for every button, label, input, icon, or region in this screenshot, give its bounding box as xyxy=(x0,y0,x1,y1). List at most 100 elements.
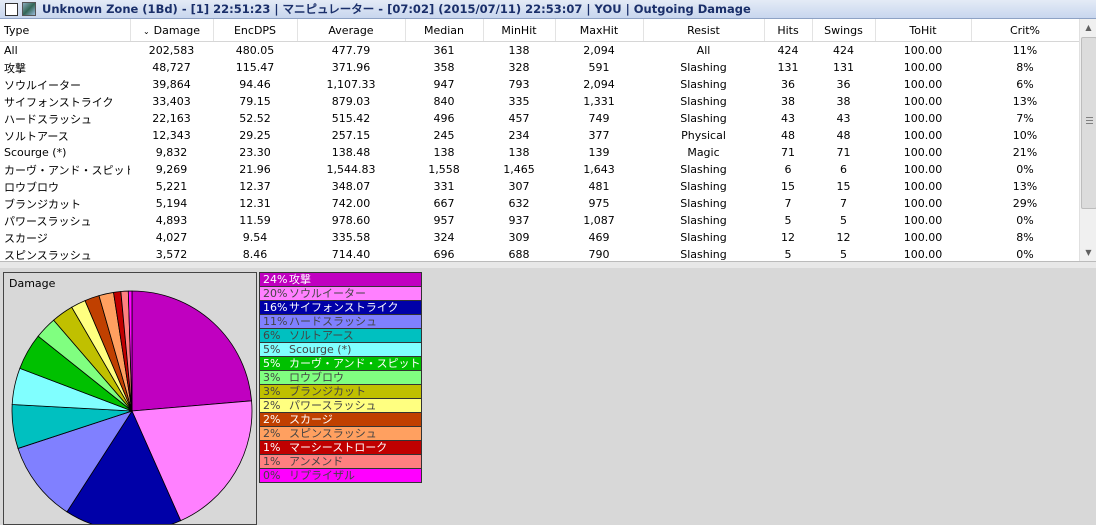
table-row[interactable]: ブランジカット 5,194 12.31 742.00 667 632 975 Slashing… xyxy=(0,195,1079,212)
scroll-down-icon[interactable]: ▼ xyxy=(1080,244,1096,261)
legend-item: 2% スピンスラッシュ xyxy=(260,427,421,441)
cell-swings: 5 xyxy=(840,248,847,261)
pie-slice xyxy=(131,290,252,412)
col-header-resist[interactable]: Resist xyxy=(643,19,765,42)
cell-crit: 11% xyxy=(1012,44,1038,57)
legend-item: 1% アンメンド xyxy=(260,455,421,469)
legend-item: 20% ソウルイーター xyxy=(260,287,421,301)
table-row[interactable]: ソウルイーター 39,864 94.46 1,107.33 947 793 2,094 Sla… xyxy=(0,76,1079,93)
cell-minhit: 632 xyxy=(508,197,530,210)
table-row[interactable]: ハードスラッシュ 22,163 52.52 515.42 496 457 749 Slashi… xyxy=(0,110,1079,127)
col-header-type[interactable]: Type xyxy=(0,19,131,42)
legend-item: 0% リプライザル xyxy=(260,469,421,482)
col-header-maxhit[interactable]: MaxHit xyxy=(555,19,644,42)
cell-minhit: 457 xyxy=(508,112,530,125)
table-row[interactable]: スカージ 4,027 9.54 335.58 324 309 469 Slashing 12 12… xyxy=(0,229,1079,246)
table-row[interactable]: Scourge (*) 9,832 23.30 138.48 138 138 139 Magi… xyxy=(0,144,1079,161)
cell-damage: 12,343 xyxy=(152,129,191,142)
cell-average: 978.60 xyxy=(331,214,371,227)
table-row[interactable]: ソルトアース 12,343 29.25 257.15 245 234 377 Physical… xyxy=(0,127,1079,144)
col-header-median[interactable]: Median xyxy=(405,19,484,42)
cell-median: 696 xyxy=(433,248,455,261)
legend-pct: 5% xyxy=(263,343,281,356)
col-header-hits[interactable]: Hits xyxy=(764,19,813,42)
cell-swings: 48 xyxy=(836,129,851,142)
cell-encdps: 480.05 xyxy=(235,44,275,57)
cell-average: 1,107.33 xyxy=(326,78,376,91)
cell-average: 335.58 xyxy=(331,231,371,244)
table-row[interactable]: カーヴ・アンド・スピット 9,269 21.96 1,544.83 1,558 1,465… xyxy=(0,161,1079,178)
legend-item: 3% ブランジカット xyxy=(260,385,421,399)
legend-pct: 5% xyxy=(263,357,281,370)
col-header-minhit[interactable]: MinHit xyxy=(483,19,556,42)
col-header-tohit[interactable]: ToHit xyxy=(875,19,972,42)
cell-type: ハードスラッシュ xyxy=(4,112,92,126)
cell-encdps: 115.47 xyxy=(235,61,275,74)
table-vertical-scrollbar[interactable]: ▲ ▼ xyxy=(1079,19,1096,261)
scroll-up-icon[interactable]: ▲ xyxy=(1080,19,1096,36)
cell-maxhit: 2,094 xyxy=(583,44,615,57)
cell-encdps: 11.59 xyxy=(239,214,271,227)
col-header-damage[interactable]: ⌄ Damage xyxy=(130,19,214,42)
table-row[interactable]: 攻撃 48,727 115.47 371.96 358 328 591 Slashing 131… xyxy=(0,59,1079,76)
cell-hits: 12 xyxy=(781,231,795,244)
cell-maxhit: 975 xyxy=(588,197,610,210)
cell-resist: All xyxy=(696,44,711,57)
cell-median: 361 xyxy=(433,44,455,57)
cell-tohit: 100.00 xyxy=(903,180,943,193)
cell-swings: 5 xyxy=(840,214,847,227)
app-icon xyxy=(22,2,36,16)
cell-hits: 5 xyxy=(784,248,792,261)
cell-average: 348.07 xyxy=(331,180,371,193)
cell-resist: Magic xyxy=(687,146,720,159)
cell-type: ブランジカット xyxy=(4,197,81,211)
table-row[interactable]: ロウブロウ 5,221 12.37 348.07 331 307 481 Slashing 15… xyxy=(0,178,1079,195)
legend-item: 11% ハードスラッシュ xyxy=(260,315,421,329)
cell-encdps: 8.46 xyxy=(242,248,268,261)
cell-hits: 43 xyxy=(781,112,795,125)
legend-pct: 1% xyxy=(263,455,281,468)
cell-hits: 7 xyxy=(784,197,792,210)
cell-maxhit: 377 xyxy=(588,129,610,142)
cell-minhit: 328 xyxy=(508,61,530,74)
cell-encdps: 29.25 xyxy=(239,129,271,142)
col-header-encdps[interactable]: EncDPS xyxy=(213,19,298,42)
cell-damage: 9,269 xyxy=(155,163,188,176)
cell-encdps: 94.46 xyxy=(239,78,271,91)
cell-resist: Slashing xyxy=(680,78,727,91)
cell-encdps: 12.37 xyxy=(239,180,271,193)
scrollbar-thumb[interactable] xyxy=(1081,37,1096,209)
cell-resist: Slashing xyxy=(680,163,727,176)
legend-label: マーシーストローク xyxy=(289,441,388,454)
col-header-average[interactable]: Average xyxy=(297,19,406,42)
legend-item: 5% Scourge (*) xyxy=(260,343,421,357)
cell-crit: 13% xyxy=(1012,180,1038,193)
cell-resist: Slashing xyxy=(680,112,727,125)
legend-label: ソルトアース xyxy=(289,329,354,342)
cell-tohit: 100.00 xyxy=(903,112,943,125)
cell-encdps: 21.96 xyxy=(239,163,271,176)
window-checkbox-icon[interactable] xyxy=(5,2,18,16)
col-header-swings[interactable]: Swings xyxy=(812,19,876,42)
cell-minhit: 793 xyxy=(508,78,530,91)
cell-median: 947 xyxy=(433,78,455,91)
col-header-crit[interactable]: Crit% xyxy=(971,19,1079,42)
legend-pct: 24% xyxy=(263,273,288,286)
legend-pct: 3% xyxy=(263,385,281,398)
table-row[interactable]: パワースラッシュ 4,893 11.59 978.60 957 937 1,087 Slash… xyxy=(0,212,1079,229)
cell-median: 496 xyxy=(433,112,455,125)
cell-swings: 71 xyxy=(836,146,851,159)
cell-resist: Slashing xyxy=(680,248,727,261)
cell-swings: 6 xyxy=(840,163,847,176)
cell-average: 515.42 xyxy=(331,112,371,125)
table-row[interactable]: スピンスラッシュ 3,572 8.46 714.40 696 688 790 Slashing… xyxy=(0,246,1079,261)
cell-type: パワースラッシュ xyxy=(4,214,92,228)
table-row[interactable]: All 202,583 480.05 477.79 361 138 2,094 All 424 4… xyxy=(0,42,1079,60)
cell-median: 957 xyxy=(433,214,455,227)
legend-pct: 16% xyxy=(263,301,288,314)
legend-item: 1% マーシーストローク xyxy=(260,441,421,455)
legend-label: ソウルイーター xyxy=(289,287,366,300)
table-row[interactable]: サイフォンストライク 33,403 79.15 879.03 840 335 1,331 Sl… xyxy=(0,93,1079,110)
cell-maxhit: 749 xyxy=(588,112,610,125)
graph-area: Damage 24% 攻撃 20% ソウルイーター 16% サイフォンストライク 11% ハー… xyxy=(0,268,1096,525)
